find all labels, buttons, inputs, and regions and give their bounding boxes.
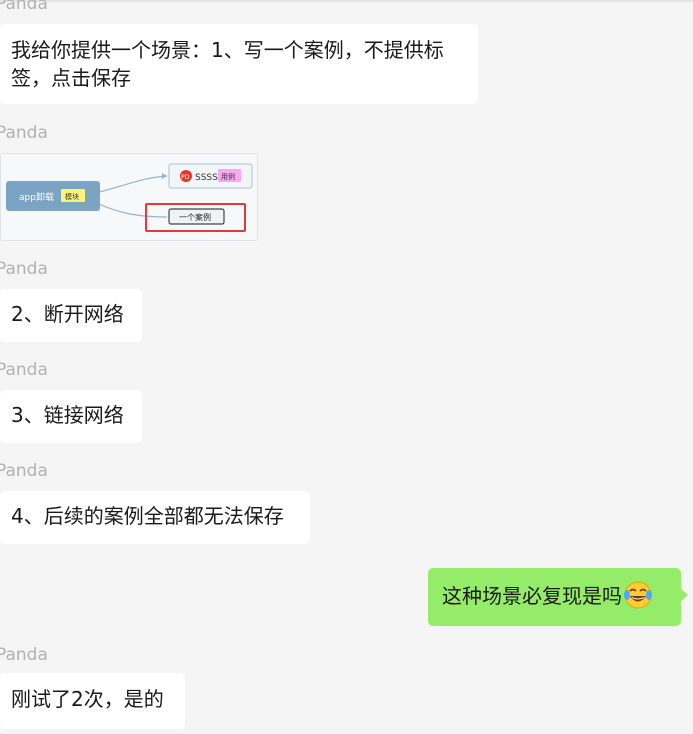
message-text: 4、后续的案例全部都无法保存 (11, 504, 284, 528)
message-bubble[interactable]: 我给你提供一个场景：1、写一个案例，不提供标签，点击保存 (0, 24, 478, 104)
sender-name: Panda (0, 0, 48, 14)
message-bubble[interactable]: 3、链接网络 (0, 390, 142, 443)
sender-name: Panda (0, 259, 48, 279)
sender-name: Panda (0, 645, 48, 665)
mindmap-root-tag: 模块 (65, 192, 79, 201)
outgoing-message-bubble[interactable]: 这种场景必复现是吗 (428, 568, 688, 626)
message-text: 3、链接网络 (11, 403, 124, 427)
sender-name: Panda (0, 360, 48, 380)
tears-of-joy-emoji (624, 581, 652, 609)
message-text: 这种场景必复现是吗 (442, 584, 622, 608)
mindmap-image: app卸载 模块 PD SSSS 用例 一个案例 (6, 163, 253, 232)
message-text: 2、断开网络 (11, 302, 124, 326)
mindmap-root-label: app卸载 (19, 191, 54, 203)
message-text: 刚试了2次，是的 (11, 687, 164, 711)
image-message[interactable]: app卸载 模块 PD SSSS 用例 一个案例 (0, 153, 258, 241)
message-text: 我给你提供一个场景：1、写一个案例，不提供标签，点击保存 (11, 38, 444, 90)
mindmap-child1-tag: 用例 (221, 172, 235, 181)
top-divider (0, 0, 693, 2)
mindmap-child1-label: SSSS (195, 173, 218, 183)
message-bubble[interactable]: 4、后续的案例全部都无法保存 (0, 491, 310, 544)
message-bubble[interactable]: 刚试了2次，是的 (0, 673, 185, 729)
bubble-tail (680, 588, 688, 602)
sender-name: Panda (0, 461, 48, 481)
svg-text:PD: PD (181, 174, 190, 181)
mindmap-child2-label: 一个案例 (179, 212, 211, 222)
sender-name: Panda (0, 123, 48, 143)
message-bubble[interactable]: 2、断开网络 (0, 289, 142, 342)
